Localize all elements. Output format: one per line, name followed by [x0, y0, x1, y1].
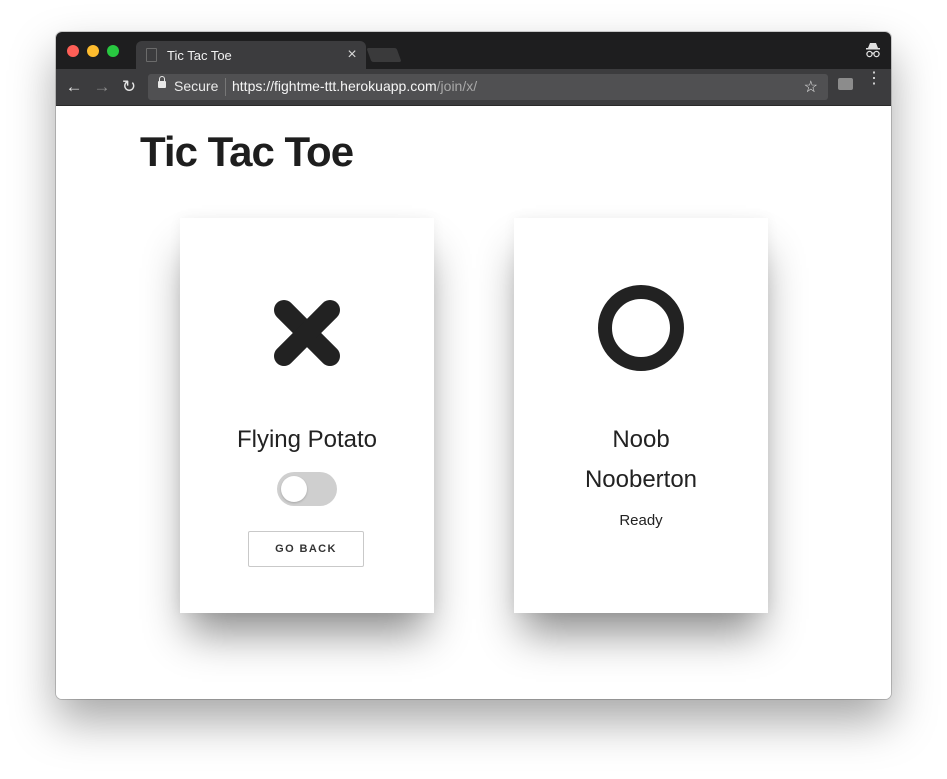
back-arrow-icon[interactable]: ←	[64, 77, 84, 97]
title-bar: Tic Tac Toe ×	[56, 32, 891, 69]
browser-toolbar: ← → ↻ Secure https://fightme-ttt.herokua…	[56, 69, 891, 106]
minimize-window-button[interactable]	[87, 45, 99, 57]
window-controls	[67, 45, 119, 57]
opponent-status: Ready	[619, 512, 663, 529]
opponent-name-line1: Noob	[612, 426, 670, 453]
browser-window: Tic Tac Toe × ← → ↻ Secure https://fight…	[56, 32, 891, 699]
address-separator	[225, 78, 226, 96]
toggle-knob	[281, 476, 307, 502]
player-name: Flying Potato	[236, 426, 378, 453]
player-card-x: Flying Potato GO BACK	[180, 218, 434, 613]
lock-icon	[158, 76, 166, 88]
bookmark-star-icon[interactable]: ☆	[804, 77, 818, 97]
url-path: /join/x/	[436, 78, 478, 94]
extension-icon[interactable]	[838, 78, 853, 90]
url-host: https://fightme-ttt.herokuapp.com	[232, 78, 437, 94]
tab-title: Tic Tac Toe	[167, 47, 232, 63]
close-window-button[interactable]	[67, 45, 79, 57]
x-icon	[274, 300, 340, 366]
secure-label: Secure	[174, 78, 219, 94]
tab-close-icon[interactable]: ×	[342, 46, 362, 64]
reload-icon[interactable]: ↻	[119, 77, 139, 97]
opponent-name-line2: Nooberton	[584, 466, 698, 493]
forward-arrow-icon[interactable]: →	[92, 77, 112, 97]
page-favicon-icon	[146, 48, 157, 62]
player-card-o: Noob Nooberton Ready	[514, 218, 768, 613]
ready-toggle[interactable]	[277, 472, 337, 506]
new-tab-button[interactable]	[366, 48, 402, 62]
page-content: Tic Tac Toe Flying Potato GO BACK Noob N…	[56, 106, 891, 699]
active-tab-content[interactable]: Tic Tac Toe ×	[146, 41, 366, 69]
address-bar[interactable]: Secure https://fightme-ttt.herokuapp.com…	[148, 74, 828, 100]
browser-menu-icon[interactable]: ⋮	[866, 71, 882, 87]
page-title: Tic Tac Toe	[140, 128, 354, 175]
o-icon	[598, 285, 684, 371]
go-back-button[interactable]: GO BACK	[248, 531, 364, 567]
incognito-icon	[866, 43, 880, 58]
maximize-window-button[interactable]	[107, 45, 119, 57]
url-text[interactable]: https://fightme-ttt.herokuapp.com/join/x…	[232, 78, 477, 94]
